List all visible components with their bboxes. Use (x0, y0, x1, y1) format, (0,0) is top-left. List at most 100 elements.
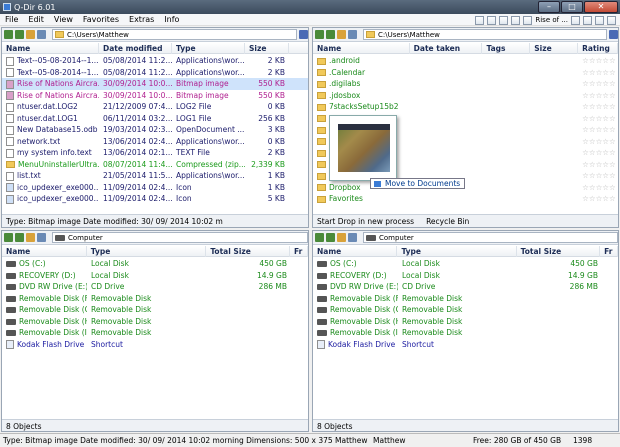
favorites-dropdown[interactable]: Rise of ... (535, 16, 568, 24)
file-row[interactable]: ntuser.dat.LOG2 21/12/2009 07:4... LOG2 Fi… (2, 101, 308, 113)
folder-row[interactable]: 7stacksSetup15b2 ☆☆☆☆☆ (313, 101, 618, 113)
layout-icon[interactable] (475, 15, 485, 25)
rating-stars[interactable]: ☆☆☆☆☆ (578, 148, 618, 157)
folder-row[interactable]: .android ☆☆☆☆☆ (313, 55, 618, 67)
back-icon[interactable] (315, 30, 324, 39)
col-type[interactable]: Type (397, 245, 517, 257)
file-row[interactable]: ico_updexer_exe000... 11/09/2014 02:4... I… (2, 193, 308, 205)
col-free[interactable]: Fr (600, 245, 618, 257)
address-bar[interactable]: C:\Users\Matthew (363, 29, 607, 40)
file-row[interactable]: Text--05-08-2014--1... 05/08/2014 11:2...… (2, 67, 308, 79)
file-row[interactable]: Rise of Nations Aircra... 30/09/2014 10:0… (2, 90, 308, 102)
folder-row[interactable]: Favorites ☆☆☆☆☆ (313, 193, 618, 205)
rating-stars[interactable]: ☆☆☆☆☆ (578, 194, 618, 203)
forward-icon[interactable] (326, 233, 335, 242)
folder-row[interactable]: .Calendar ☆☆☆☆☆ (313, 67, 618, 79)
drop-process-label[interactable]: Start Drop in new process (317, 217, 414, 226)
view-icon[interactable] (487, 15, 497, 25)
file-row[interactable]: network.txt 13/06/2014 02:4... Application… (2, 136, 308, 148)
rating-stars[interactable]: ☆☆☆☆☆ (578, 56, 618, 65)
forward-icon[interactable] (326, 30, 335, 39)
forward-icon[interactable] (15, 30, 24, 39)
rating-stars[interactable]: ☆☆☆☆☆ (578, 160, 618, 169)
up-folder-icon[interactable] (26, 30, 35, 39)
favorites-icon[interactable] (523, 15, 533, 25)
file-row[interactable]: MenuUninstallerUltra... 08/07/2014 11:4..… (2, 159, 308, 171)
col-date[interactable]: Date modified (99, 42, 172, 54)
back-icon[interactable] (4, 233, 13, 242)
object-count[interactable]: 8 Objects (6, 422, 42, 431)
col-date-taken[interactable]: Date taken (410, 42, 483, 54)
tools-icon[interactable] (571, 15, 580, 25)
col-tags[interactable]: Tags (482, 42, 531, 54)
view-mode-icon[interactable] (348, 30, 357, 39)
settings-icon[interactable] (583, 15, 592, 25)
view-mode-icon[interactable] (348, 233, 357, 242)
menu-info[interactable]: Info (159, 15, 184, 24)
pane-menu-icon[interactable] (299, 30, 308, 39)
up-folder-icon[interactable] (26, 233, 35, 242)
file-row[interactable]: ico_updexer_exe000... 11/09/2014 02:4... I… (2, 182, 308, 194)
list-icon[interactable] (511, 15, 521, 25)
minimize-button[interactable]: – (538, 1, 560, 13)
file-row[interactable]: my system info.text 13/06/2014 02:1... TEX… (2, 147, 308, 159)
drive-row[interactable]: RECOVERY (D:) Local Disk 14.9 GB (313, 270, 618, 282)
help-icon[interactable] (607, 15, 616, 25)
menu-extras[interactable]: Extras (124, 15, 159, 24)
rating-stars[interactable]: ☆☆☆☆☆ (578, 102, 618, 111)
drive-row[interactable]: Removable Disk (I:) Removable Disk (313, 327, 618, 339)
folder-row[interactable]: Dropbox ☆☆☆☆☆ (313, 182, 618, 194)
file-row[interactable]: ntuser.dat.LOG1 06/11/2014 03:2... LOG1 Fi… (2, 113, 308, 125)
col-type[interactable]: Type (87, 245, 207, 257)
col-name[interactable]: Name (313, 245, 398, 257)
rating-stars[interactable]: ☆☆☆☆☆ (578, 125, 618, 134)
rating-stars[interactable]: ☆☆☆☆☆ (578, 183, 618, 192)
file-row[interactable]: New Database15.odb 19/03/2014 02:3... Open… (2, 124, 308, 136)
menu-file[interactable]: File (0, 15, 23, 24)
up-folder-icon[interactable] (337, 30, 346, 39)
col-name[interactable]: Name (2, 245, 87, 257)
folder-row[interactable]: .jdosbox ☆☆☆☆☆ (313, 90, 618, 102)
back-icon[interactable] (315, 233, 324, 242)
col-free[interactable]: Fr (290, 245, 308, 257)
folder-row[interactable]: .digilabs ☆☆☆☆☆ (313, 78, 618, 90)
file-row[interactable]: list.txt 21/05/2014 11:5... Applications\w… (2, 170, 308, 182)
col-size[interactable]: Size (245, 42, 289, 54)
drive-row[interactable]: Removable Disk (F:) Removable Disk (313, 293, 618, 305)
view-mode-icon[interactable] (37, 30, 46, 39)
drive-row[interactable]: Removable Disk (I:) Removable Disk (2, 327, 308, 339)
rating-stars[interactable]: ☆☆☆☆☆ (578, 68, 618, 77)
rating-stars[interactable]: ☆☆☆☆☆ (578, 91, 618, 100)
file-row[interactable]: Text--05-08-2014--1... 05/08/2014 11:2...… (2, 55, 308, 67)
drive-row[interactable]: DVD RW Drive (E:) CD Drive 286 MB (2, 281, 308, 293)
drive-row[interactable]: Removable Disk (G:) Removable Disk (2, 304, 308, 316)
drive-row[interactable]: Removable Disk (H:) Removable Disk (313, 316, 618, 328)
drive-row[interactable]: Kodak Flash Drive Shortcut (313, 339, 618, 351)
rating-stars[interactable]: ☆☆☆☆☆ (578, 137, 618, 146)
col-name[interactable]: Name (313, 42, 410, 54)
address-bar[interactable]: C:\Users\Matthew (52, 29, 297, 40)
language-icon[interactable] (595, 15, 604, 25)
rating-stars[interactable]: ☆☆☆☆☆ (578, 171, 618, 180)
close-button[interactable]: ✕ (584, 1, 618, 13)
back-icon[interactable] (4, 30, 13, 39)
address-bar[interactable]: Computer (52, 232, 308, 243)
maximize-button[interactable]: □ (561, 1, 583, 13)
drive-row[interactable]: Removable Disk (H:) Removable Disk (2, 316, 308, 328)
rating-stars[interactable]: ☆☆☆☆☆ (578, 114, 618, 123)
pane-menu-icon[interactable] (609, 30, 618, 39)
file-row[interactable]: Rise of Nations Aircra... 30/09/2014 10:0… (2, 78, 308, 90)
drive-row[interactable]: RECOVERY (D:) Local Disk 14.9 GB (2, 270, 308, 282)
drive-row[interactable]: OS (C:) Local Disk 450 GB (2, 258, 308, 270)
col-type[interactable]: Type (172, 42, 245, 54)
drive-row[interactable]: OS (C:) Local Disk 450 GB (313, 258, 618, 270)
menu-edit[interactable]: Edit (23, 15, 49, 24)
col-size[interactable]: Size (530, 42, 579, 54)
address-bar[interactable]: Computer (363, 232, 618, 243)
col-rating[interactable]: Rating (578, 42, 618, 54)
grid-icon[interactable] (499, 15, 509, 25)
drive-row[interactable]: Removable Disk (F:) Removable Disk (2, 293, 308, 305)
up-folder-icon[interactable] (337, 233, 346, 242)
forward-icon[interactable] (15, 233, 24, 242)
recycle-bin-label[interactable]: Recycle Bin (426, 217, 469, 226)
